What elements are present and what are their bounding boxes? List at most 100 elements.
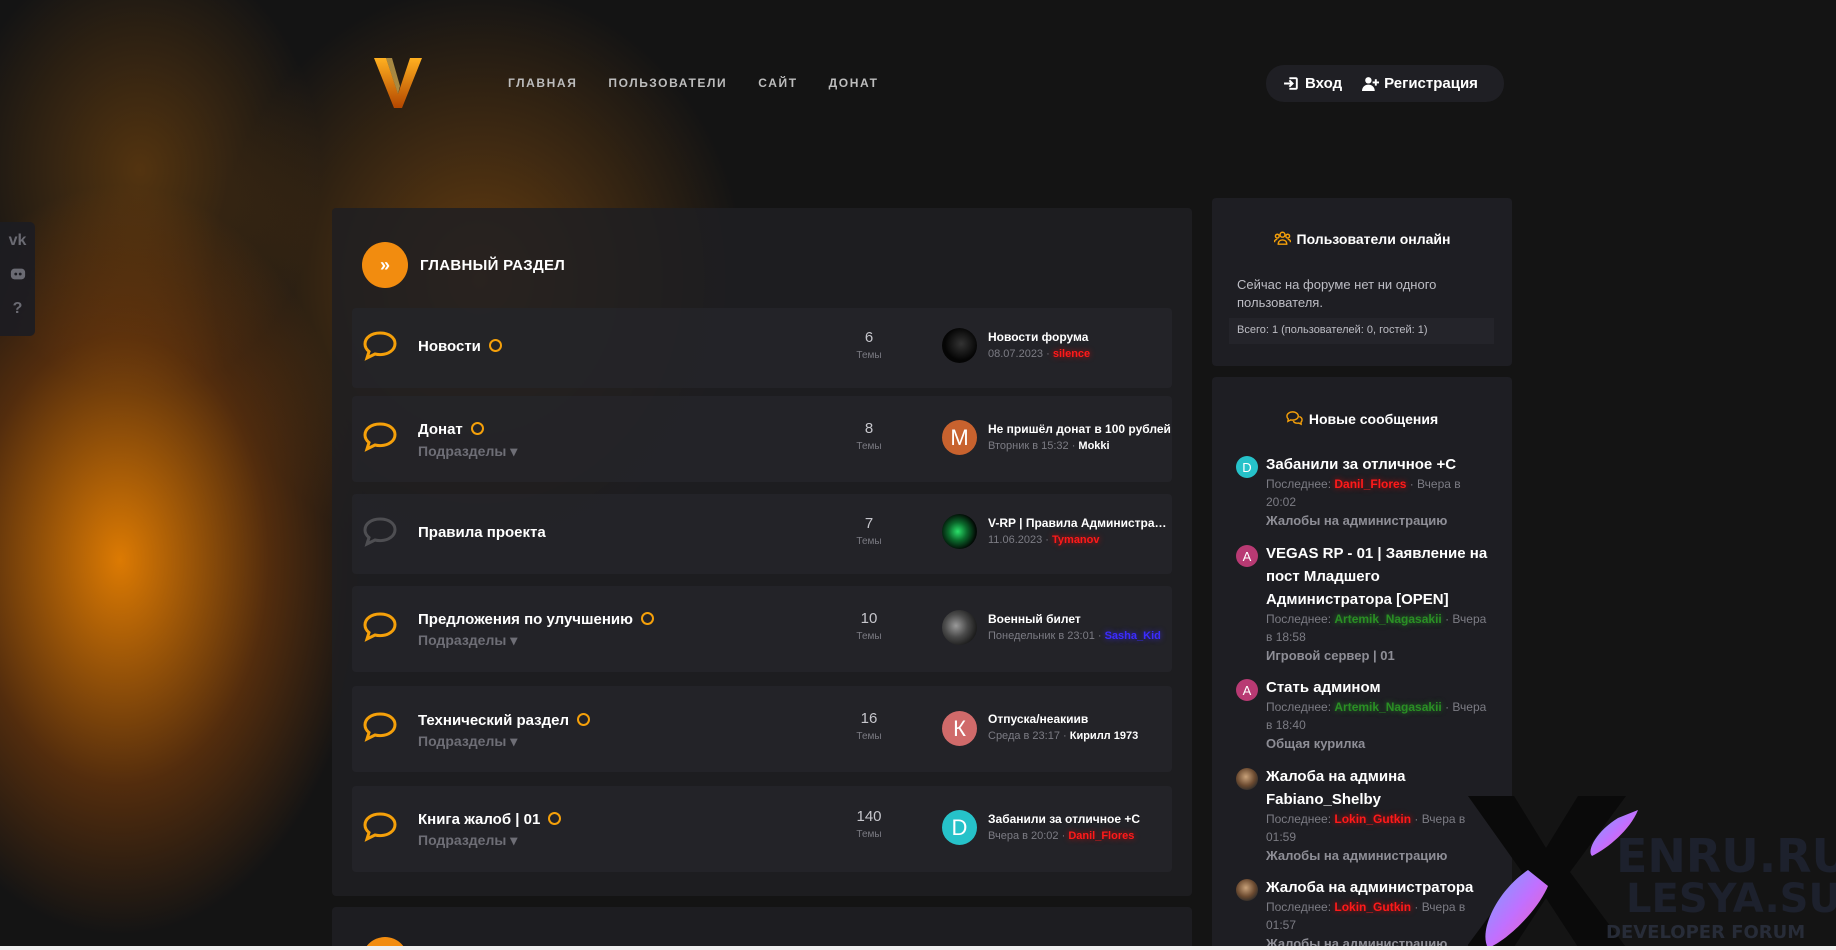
avatar[interactable] — [1236, 768, 1258, 790]
new-messages-panel: Новые сообщения D Забанили за отличное +… — [1212, 377, 1512, 950]
nav-link-site[interactable]: САЙТ — [758, 76, 797, 90]
chat-bubble-icon — [363, 712, 397, 742]
online-users-text: Сейчас на форуме нет ни одного пользоват… — [1237, 277, 1437, 310]
forum-title[interactable]: Правила проекта — [418, 524, 546, 541]
login-label: Вход — [1305, 75, 1343, 92]
threads-label: Темы — [856, 350, 882, 361]
forum-title[interactable]: Технический раздел — [418, 712, 591, 729]
unread-indicator-icon — [577, 713, 591, 726]
unread-indicator-icon — [640, 612, 654, 625]
forum-title[interactable]: Донат — [418, 421, 484, 438]
last-post-date: Среда в 23:17 · — [988, 730, 1070, 742]
chat-bubble-icon — [363, 812, 397, 842]
users-icon — [1273, 231, 1291, 245]
last-post-user[interactable]: silence — [1053, 348, 1090, 360]
forum-title-text: Книга жалоб | 01 — [418, 811, 541, 828]
site-logo[interactable] — [372, 56, 424, 110]
last-post-user[interactable]: Mokki — [1078, 440, 1109, 452]
last-post-user[interactable]: Danil_Flores — [1068, 830, 1134, 842]
message-user[interactable]: Danil_Flores — [1334, 477, 1406, 491]
forum-title[interactable]: Предложения по улучшению — [418, 611, 654, 628]
message-title[interactable]: Жалоба на админа Fabiano_Shelby — [1266, 765, 1491, 811]
discord-icon[interactable] — [9, 266, 27, 284]
avatar[interactable] — [1236, 879, 1258, 901]
message-forum[interactable]: Игровой сервер | 01 — [1266, 648, 1395, 663]
threads-count: 7 — [864, 515, 874, 532]
new-messages-title[interactable]: Новые сообщения — [1309, 411, 1438, 427]
avatar[interactable]: A — [1236, 679, 1258, 701]
last-post-date: 08.07.2023 · — [988, 348, 1053, 360]
subforums-toggle[interactable]: Подразделы ▾ — [418, 443, 517, 460]
threads-stat: 7 Темы — [844, 515, 894, 547]
forum-title[interactable]: Книга жалоб | 01 — [418, 811, 562, 828]
threads-count: 140 — [856, 808, 882, 825]
message-meta: Последнее: Lokin_Gutkin · Вчера в 01:57 — [1266, 898, 1491, 934]
message-meta: Последнее: Danil_Flores · Вчера в 20:02 — [1266, 475, 1491, 511]
watermark-line-2: LESYA.SU — [1626, 876, 1836, 922]
forum-title-text: Предложения по улучшению — [418, 611, 633, 628]
last-post-user[interactable]: Кирилл 1973 — [1070, 730, 1138, 742]
watermark-overlay: ENRU.RU LESYA.SU DEVELOPER FORUM — [1464, 790, 1836, 950]
forum-title[interactable]: Новости — [418, 338, 502, 355]
message-title[interactable]: Стать админом — [1266, 676, 1491, 699]
register-button[interactable]: Регистрация — [1362, 75, 1478, 92]
register-label: Регистрация — [1384, 75, 1478, 92]
last-post-date: 11.06.2023 · — [988, 534, 1053, 546]
message-title[interactable]: VEGAS RP - 01 | Заявление на пост Младше… — [1266, 542, 1491, 611]
forum-row: Книга жалоб | 01 Подразделы ▾ 140 Темы D … — [352, 786, 1172, 872]
message-title[interactable]: Жалоба на администратора — [1266, 876, 1491, 899]
last-post-user[interactable]: Tymanov — [1052, 534, 1099, 546]
message-forum[interactable]: Жалобы на администрацию — [1266, 848, 1447, 863]
sign-in-icon — [1284, 77, 1298, 90]
vk-icon[interactable]: vk — [9, 232, 27, 250]
avatar[interactable] — [942, 610, 977, 645]
forum-title-text: Правила проекта — [418, 524, 546, 541]
new-messages-header: Новые сообщения — [1212, 410, 1512, 427]
subforums-toggle[interactable]: Подразделы ▾ — [418, 832, 517, 849]
avatar[interactable]: M — [942, 420, 977, 455]
message-meta: Последнее: Artemik_Nagasakii · Вчера в 1… — [1266, 610, 1491, 646]
online-users-title[interactable]: Пользователи онлайн — [1297, 231, 1451, 247]
message-prefix: Последнее: — [1266, 700, 1335, 714]
avatar[interactable]: К — [942, 711, 977, 746]
forum-row: Новости 6 Темы Новости форума 08.07.2023 … — [352, 308, 1172, 388]
category-title[interactable]: ГЛАВНЫЙ РАЗДЕЛ — [420, 257, 565, 274]
avatar[interactable]: D — [1236, 456, 1258, 478]
subforums-toggle[interactable]: Подразделы ▾ — [418, 632, 517, 649]
threads-stat: 140 Темы — [844, 808, 894, 840]
last-post-title[interactable]: Отпуска/неакиив — [988, 712, 1173, 726]
last-post-title[interactable]: V-RP | Правила Администрации — [988, 516, 1173, 530]
message-title[interactable]: Забанили за отличное +С — [1266, 453, 1491, 476]
message-user[interactable]: Artemik_Nagasakii — [1334, 612, 1441, 626]
nav-link-home[interactable]: ГЛАВНАЯ — [508, 76, 577, 90]
watermark-line-3: DEVELOPER FORUM — [1606, 922, 1805, 943]
login-button[interactable]: Вход — [1283, 75, 1342, 92]
nav-link-donate[interactable]: ДОНАТ — [829, 76, 879, 90]
last-post-title[interactable]: Военный билет — [988, 612, 1173, 626]
last-post-title[interactable]: Новости форума — [988, 330, 1173, 344]
nav-link-users[interactable]: ПОЛЬЗОВАТЕЛИ — [608, 76, 727, 90]
message-prefix: Последнее: — [1266, 612, 1335, 626]
second-category-block — [332, 907, 1192, 950]
forum-title-text: Новости — [418, 338, 481, 355]
unread-indicator-icon — [470, 422, 484, 435]
threads-label: Темы — [856, 536, 882, 547]
last-post-user[interactable]: Sasha_Kid — [1105, 630, 1161, 642]
help-icon[interactable]: ? — [9, 300, 27, 318]
message-user[interactable]: Lokin_Gutkin — [1334, 900, 1411, 914]
message-user[interactable]: Artemik_Nagasakii — [1334, 700, 1441, 714]
avatar[interactable]: A — [1236, 545, 1258, 567]
avatar[interactable] — [942, 514, 977, 549]
subforums-toggle[interactable]: Подразделы ▾ — [418, 733, 517, 750]
message-forum[interactable]: Жалобы на администрацию — [1266, 513, 1447, 528]
message-forum[interactable]: Общая курилка — [1266, 736, 1365, 751]
avatar[interactable] — [942, 328, 977, 363]
forum-row: Предложения по улучшению Подразделы ▾ 10… — [352, 586, 1172, 672]
message-user[interactable]: Lokin_Gutkin — [1334, 812, 1411, 826]
threads-label: Темы — [856, 829, 882, 840]
chat-bubble-icon — [363, 331, 397, 361]
last-post-title[interactable]: Забанили за отличное +С — [988, 812, 1173, 826]
last-post-title[interactable]: Не пришёл донат в 100 рублей — [988, 422, 1173, 436]
avatar[interactable]: D — [942, 810, 977, 845]
message-prefix: Последнее: — [1266, 812, 1335, 826]
